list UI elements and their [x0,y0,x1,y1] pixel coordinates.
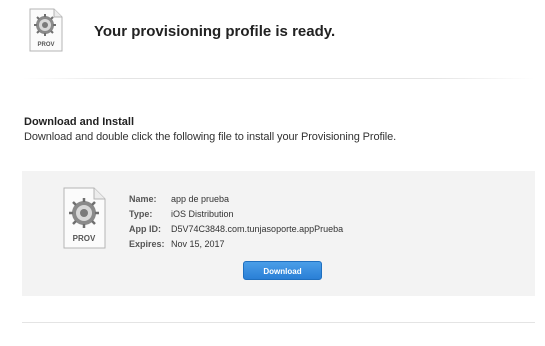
detail-value: Nov 15, 2017 [171,239,225,249]
detail-value: iOS Distribution [171,209,234,219]
download-button[interactable]: Download [243,261,322,280]
section-description: Download and double click the following … [24,131,397,143]
download-panel: PROV Name: app de prueba Type: iOS Distrib… [22,171,535,296]
provisioning-profile-icon: PROV [29,8,63,52]
page-header: PROV Your provisioning profile is ready. [0,0,545,80]
profile-file-icon: PROV [63,187,106,249]
detail-label: Name: [129,194,157,204]
detail-label: Type: [129,209,153,219]
detail-label: Expires: [129,239,165,249]
section-title: Download and Install [24,116,135,128]
detail-row-type: Type: iOS Distribution [129,207,343,222]
footer-divider [22,322,535,323]
detail-row-app-id: App ID: D5V74C3848.com.tunjasoporte.appPr… [129,222,343,237]
header-divider [22,78,535,79]
detail-value: app de prueba [171,194,230,204]
prov-label: PROV [73,234,96,243]
prov-label: PROV [37,42,54,48]
detail-row-expires: Expires: Nov 15, 2017 [129,237,343,252]
detail-label: App ID: [129,224,161,234]
detail-row-name: Name: app de prueba [129,192,343,207]
detail-value: D5V74C3848.com.tunjasoporte.appPrueba [171,224,344,234]
page-title: Your provisioning profile is ready. [94,23,336,40]
profile-details: Name: app de prueba Type: iOS Distribution… [129,192,343,252]
